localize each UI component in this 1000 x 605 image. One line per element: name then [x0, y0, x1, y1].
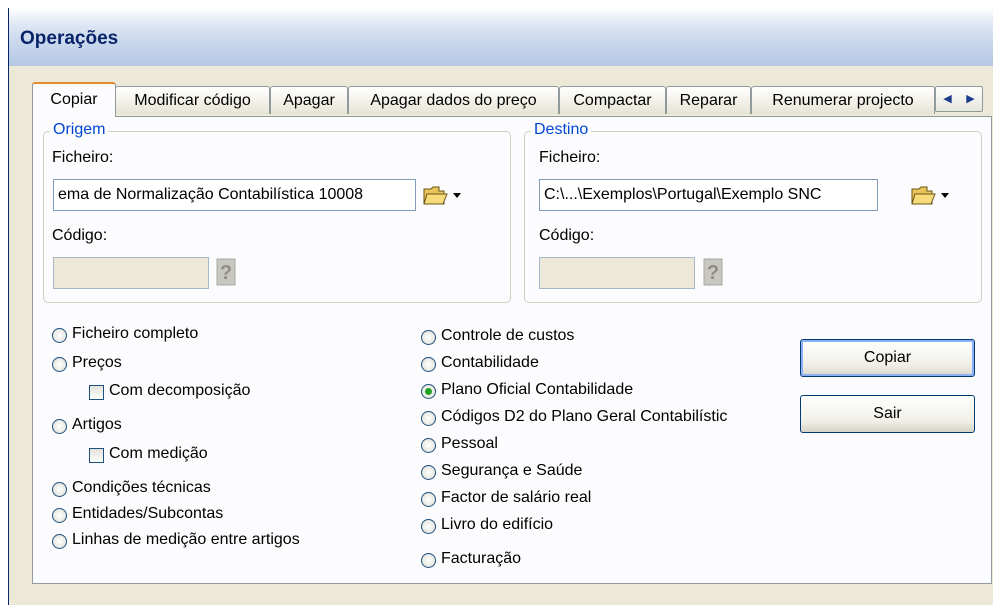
destino-group: Destino Ficheiro: C:\...\Exemplos\Portug…	[524, 121, 982, 303]
radio-pessoal[interactable]	[421, 438, 436, 453]
radio-entidades-subcontas-label[interactable]: Entidades/Subcontas	[72, 505, 223, 523]
radio-pessoal-label[interactable]: Pessoal	[441, 435, 498, 453]
svg-text:?: ?	[220, 262, 232, 284]
tab-strip: Copiar Modificar código Apagar Apagar da…	[32, 82, 992, 117]
radio-plano-oficial-contabilidade-label[interactable]: Plano Oficial Contabilidade	[441, 381, 633, 399]
copiar-button[interactable]: Copiar	[800, 339, 975, 377]
origem-codigo-input[interactable]	[53, 257, 209, 289]
radio-codigos-d2[interactable]	[421, 411, 436, 426]
radio-entidades-subcontas[interactable]	[52, 508, 67, 523]
tab-renumerar-projecto[interactable]: Renumerar projecto	[751, 86, 935, 114]
radio-plano-oficial-contabilidade[interactable]	[421, 384, 436, 399]
radio-linhas-medicao[interactable]	[52, 534, 67, 549]
radio-ficheiro-completo[interactable]	[52, 328, 67, 343]
origem-codigo-label: Código:	[52, 227, 108, 244]
radio-factor-salario-real[interactable]	[421, 492, 436, 507]
origem-title: Origem	[50, 121, 109, 139]
origem-ficheiro-input[interactable]: ema de Normalização Contabilística 10008	[53, 179, 416, 211]
origem-question-mark-icon[interactable]: ?	[216, 258, 236, 286]
radio-factor-salario-real-label[interactable]: Factor de salário real	[441, 489, 591, 507]
radio-livro-edificio-label[interactable]: Livro do edifício	[441, 516, 553, 534]
radio-contabilidade-label[interactable]: Contabilidade	[441, 354, 539, 372]
tab-apagar[interactable]: Apagar	[270, 86, 348, 114]
destino-ficheiro-input[interactable]: C:\...\Exemplos\Portugal\Exemplo SNC	[539, 179, 878, 211]
radio-seguranca-saude[interactable]	[421, 465, 436, 480]
radio-codigos-d2-label[interactable]: Códigos D2 do Plano Geral Contabilístic	[441, 408, 727, 426]
destino-ficheiro-label: Ficheiro:	[539, 149, 601, 166]
tab-scroll-right-icon[interactable]: ▶	[959, 87, 982, 111]
tab-scroll-buttons: ◀ ▶	[935, 86, 983, 112]
destino-open-folder-icon[interactable]	[910, 182, 954, 208]
radio-livro-edificio[interactable]	[421, 519, 436, 534]
origem-group: Origem Ficheiro: ema de Normalização Con…	[43, 121, 511, 303]
checkbox-com-medicao-label[interactable]: Com medição	[109, 445, 208, 463]
radio-ficheiro-completo-label[interactable]: Ficheiro completo	[72, 325, 198, 343]
svg-text:?: ?	[707, 262, 719, 284]
tab-panel-copiar: Origem Ficheiro: ema de Normalização Con…	[32, 116, 992, 584]
radio-contabilidade[interactable]	[421, 357, 436, 372]
radio-condicoes-tecnicas-label[interactable]: Condições técnicas	[72, 479, 211, 497]
radio-artigos[interactable]	[52, 419, 67, 434]
destino-codigo-input[interactable]	[539, 257, 695, 289]
tab-reparar[interactable]: Reparar	[666, 86, 751, 114]
window-title: Operações	[20, 28, 119, 49]
checkbox-com-medicao[interactable]	[89, 448, 104, 463]
radio-artigos-label[interactable]: Artigos	[72, 416, 122, 434]
destino-question-mark-icon[interactable]: ?	[703, 258, 723, 286]
operacoes-window: Operações Copiar Modificar código Apagar…	[8, 8, 993, 605]
sair-button[interactable]: Sair	[800, 395, 975, 433]
radio-controle-de-custos[interactable]	[421, 330, 436, 345]
destino-title: Destino	[531, 121, 592, 139]
tab-modificar-codigo[interactable]: Modificar código	[115, 86, 270, 114]
checkbox-com-decomposicao[interactable]	[89, 385, 104, 400]
radio-precos[interactable]	[52, 357, 67, 372]
radio-seguranca-saude-label[interactable]: Segurança e Saúde	[441, 462, 582, 480]
radio-precos-label[interactable]: Preços	[72, 354, 122, 372]
radio-controle-de-custos-label[interactable]: Controle de custos	[441, 327, 574, 345]
radio-condicoes-tecnicas[interactable]	[52, 482, 67, 497]
origem-ficheiro-label: Ficheiro:	[52, 149, 114, 166]
tab-copiar[interactable]: Copiar	[32, 82, 116, 117]
tab-compactar[interactable]: Compactar	[559, 86, 666, 114]
radio-linhas-medicao-label[interactable]: Linhas de medição entre artigos	[72, 531, 300, 549]
destino-codigo-label: Código:	[539, 227, 595, 244]
radio-facturacao[interactable]	[421, 553, 436, 568]
origem-open-folder-icon[interactable]	[422, 182, 466, 208]
radio-facturacao-label[interactable]: Facturação	[441, 550, 521, 568]
checkbox-com-decomposicao-label[interactable]: Com decomposição	[109, 382, 250, 400]
title-bar[interactable]: Operações	[9, 8, 993, 66]
tab-scroll-left-icon[interactable]: ◀	[936, 87, 959, 111]
tab-apagar-dados-preco[interactable]: Apagar dados do preço	[348, 86, 559, 114]
